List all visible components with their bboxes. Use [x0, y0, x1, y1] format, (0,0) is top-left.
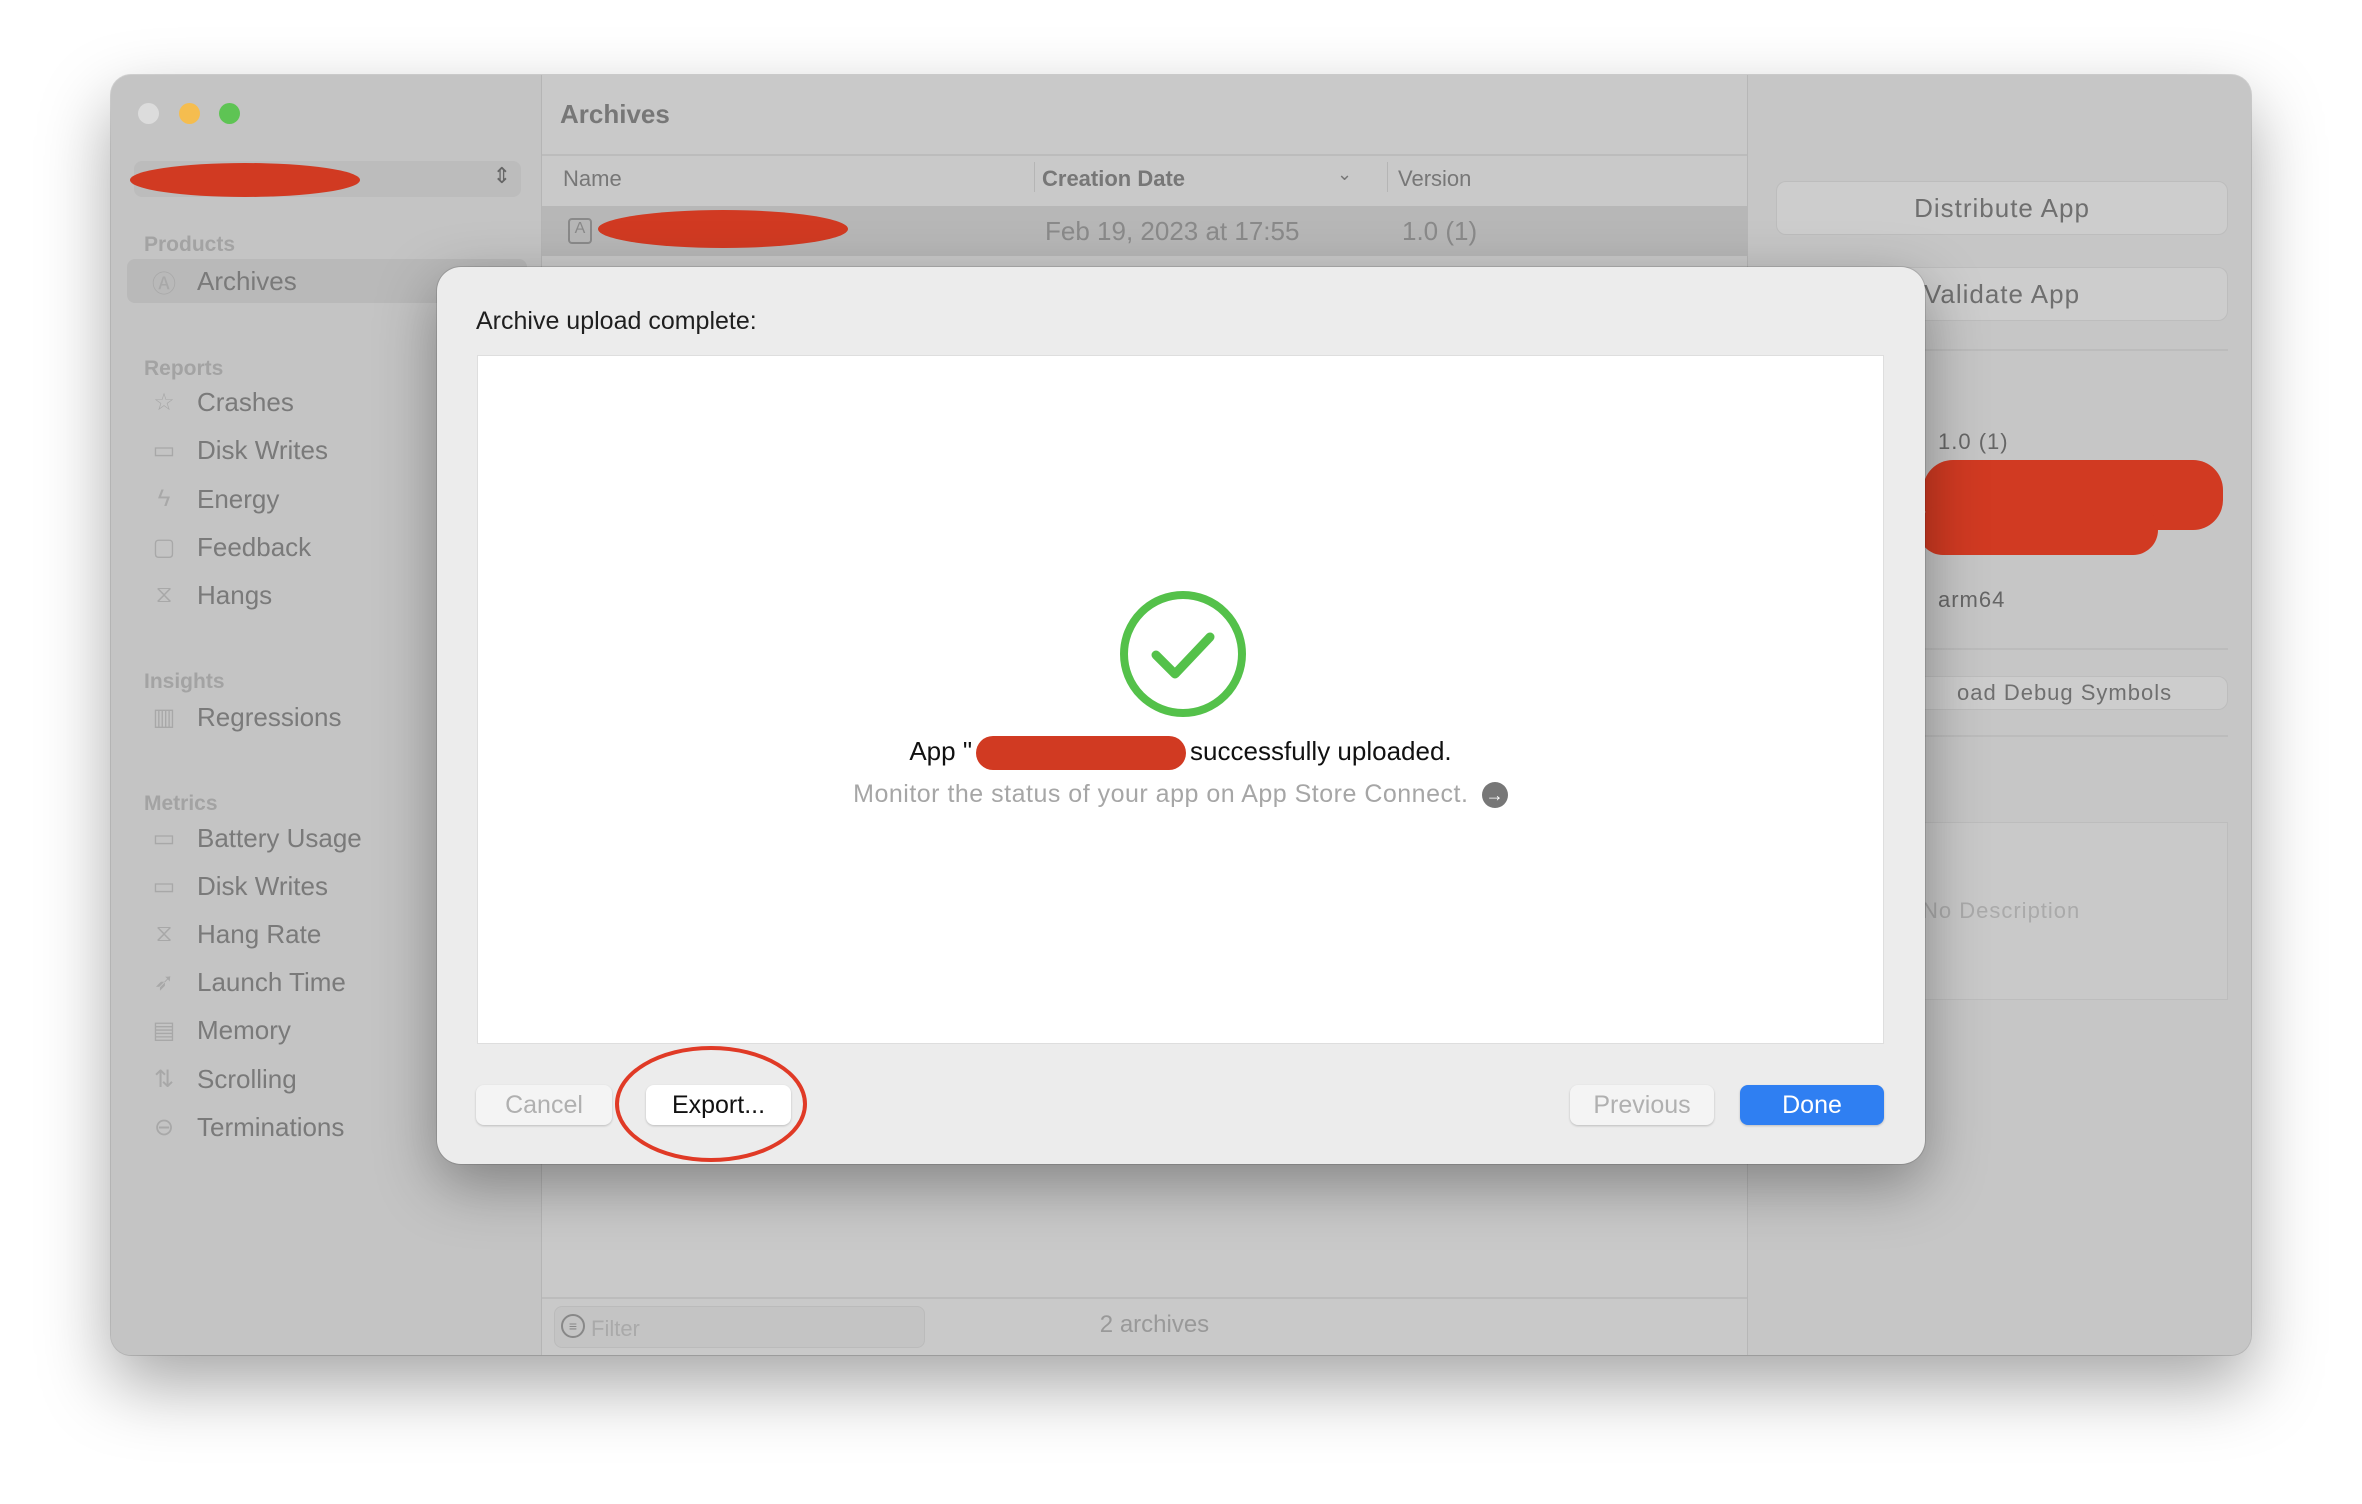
sidebar-item-label: Launch Time — [197, 966, 346, 997]
battery-icon: ▭ — [152, 824, 176, 852]
sidebar-item-label: Memory — [197, 1014, 291, 1045]
sidebar-item-label: Energy — [197, 483, 280, 514]
minimize-window-button[interactable] — [179, 103, 200, 124]
success-message: App " successfully uploaded. — [478, 736, 1883, 771]
app-store-icon: Ⓐ — [152, 270, 176, 298]
sidebar-item-label: Hang Rate — [197, 918, 322, 949]
sidebar-item-label: Scrolling — [197, 1063, 297, 1094]
redaction — [130, 163, 360, 197]
crash-star-icon: ☆ — [153, 388, 175, 416]
scroll-icon: ⇅ — [153, 1065, 175, 1093]
divider — [1034, 162, 1035, 192]
sidebar-item-label: Hangs — [197, 579, 273, 610]
monitor-text: Monitor the status of your app on App St… — [853, 780, 1469, 808]
sidebar-item-label: Terminations — [197, 1111, 345, 1142]
close-window-button[interactable] — [138, 103, 159, 124]
redaction — [976, 736, 1187, 771]
rocket-icon: ➶ — [153, 968, 175, 996]
dialog-title: Archive upload complete: — [476, 307, 757, 335]
disk-icon: ▭ — [152, 872, 176, 900]
row-date: Feb 19, 2023 at 17:55 — [1045, 216, 1300, 246]
minus-circle-icon: ⊖ — [153, 1113, 175, 1141]
message-prefix: App " — [909, 736, 973, 766]
column-version[interactable]: Version — [1398, 166, 1471, 192]
sidebar-item-label: Disk Writes — [197, 870, 328, 901]
annotation-circle — [615, 1046, 807, 1162]
archive-count: 2 archives — [1099, 1311, 1210, 1338]
redaction — [1918, 505, 2158, 555]
previous-button[interactable]: Previous — [1570, 1085, 1714, 1125]
memory-chip-icon: ▤ — [152, 1016, 176, 1044]
speech-bubble-icon: ▢ — [152, 533, 176, 561]
column-name[interactable]: Name — [563, 166, 622, 192]
hourglass-icon: ⧖ — [155, 920, 173, 947]
table-header: Name Creation Date ⌄ Version — [542, 156, 1747, 200]
sidebar-item-label: Crashes — [197, 386, 294, 417]
sidebar-item-label: Battery Usage — [197, 822, 362, 853]
divider — [1387, 162, 1388, 192]
redaction — [598, 210, 848, 248]
divider — [542, 1297, 1747, 1299]
dialog-content: App " successfully uploaded. Monitor the … — [477, 355, 1884, 1044]
section-header: Metrics — [144, 792, 218, 815]
table-row[interactable]: A Feb 19, 2023 at 17:55 1.0 (1) — [542, 206, 1747, 256]
upload-complete-sheet: Archive upload complete: App " successful… — [437, 267, 1925, 1164]
disk-icon: ▭ — [152, 436, 176, 464]
zoom-window-button[interactable] — [219, 103, 240, 124]
archive-icon: A — [568, 218, 592, 244]
section-header: Reports — [144, 357, 224, 380]
sidebar-item-label: Archives — [197, 265, 297, 296]
page-title: Archives — [560, 99, 670, 129]
arrow-right-circle-icon[interactable]: → — [1481, 782, 1508, 809]
chevron-up-down-icon: ⇕ — [492, 163, 511, 188]
column-creation-date[interactable]: Creation Date — [1042, 166, 1185, 192]
description-placeholder: No Description — [1922, 898, 2081, 923]
message-suffix: successfully uploaded. — [1190, 736, 1452, 766]
version-value: 1.0 (1) — [1938, 429, 2009, 454]
success-checkmark-icon — [1120, 591, 1246, 717]
bolt-icon: ϟ — [157, 485, 171, 512]
cancel-button[interactable]: Cancel — [476, 1085, 612, 1125]
sidebar-item-label: Regressions — [197, 701, 342, 732]
app-selector[interactable]: ⇕ — [130, 161, 521, 197]
section-header: Insights — [144, 670, 225, 693]
done-button[interactable]: Done — [1740, 1085, 1884, 1125]
distribute-app-button[interactable]: Distribute App — [1776, 181, 2228, 235]
sort-chevron-icon: ⌄ — [1337, 164, 1353, 184]
section-header: Products — [144, 233, 236, 256]
architecture-value: arm64 — [1938, 587, 2006, 612]
sidebar-item-label: Disk Writes — [197, 434, 328, 465]
hourglass-icon: ⧖ — [155, 581, 173, 608]
row-version: 1.0 (1) — [1402, 216, 1478, 246]
app-store-connect-link[interactable]: Monitor the status of your app on App St… — [478, 780, 1883, 809]
sidebar-item-label: Feedback — [197, 531, 312, 562]
bar-chart-icon: ▥ — [152, 703, 176, 731]
